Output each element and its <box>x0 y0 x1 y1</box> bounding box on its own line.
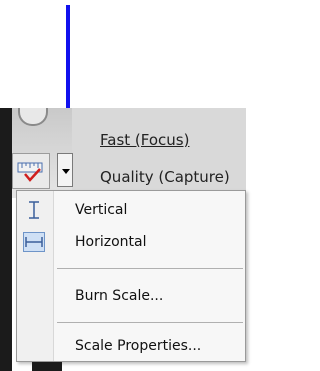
menu-item-quality-capture[interactable]: Quality (Capture) <box>100 168 230 186</box>
menu-item-label: Vertical <box>75 202 128 218</box>
quality-label: Quality (Capture) <box>100 168 230 186</box>
menu-item-label: Burn Scale... <box>75 288 164 304</box>
ruler-icon <box>17 162 43 182</box>
menu-separator <box>57 268 243 269</box>
menu-item-scale-properties[interactable]: Scale Properties... <box>17 331 247 361</box>
toolbar-fragment <box>32 362 62 371</box>
menu-separator <box>57 322 243 323</box>
vertical-scale-icon <box>23 200 45 220</box>
menu-item-label: Scale Properties... <box>75 338 202 354</box>
window-edge <box>0 108 12 371</box>
horizontal-scale-icon <box>23 232 45 252</box>
menu-item-vertical[interactable]: Vertical <box>17 195 247 225</box>
scale-menu: Vertical Horizontal Burn Scale... Scale … <box>16 190 246 362</box>
menu-item-horizontal[interactable]: Horizontal <box>17 227 247 257</box>
scale-toolbar-button[interactable] <box>12 153 50 189</box>
menu-item-label: Horizontal <box>75 234 147 250</box>
chevron-down-icon <box>62 169 70 174</box>
scale-dropdown-button[interactable] <box>57 153 73 187</box>
menu-item-burn-scale[interactable]: Burn Scale... <box>17 281 247 311</box>
fast-label: Fast (Focus) <box>100 131 190 149</box>
menu-item-fast-focus[interactable]: Fast (Focus) <box>100 131 189 149</box>
